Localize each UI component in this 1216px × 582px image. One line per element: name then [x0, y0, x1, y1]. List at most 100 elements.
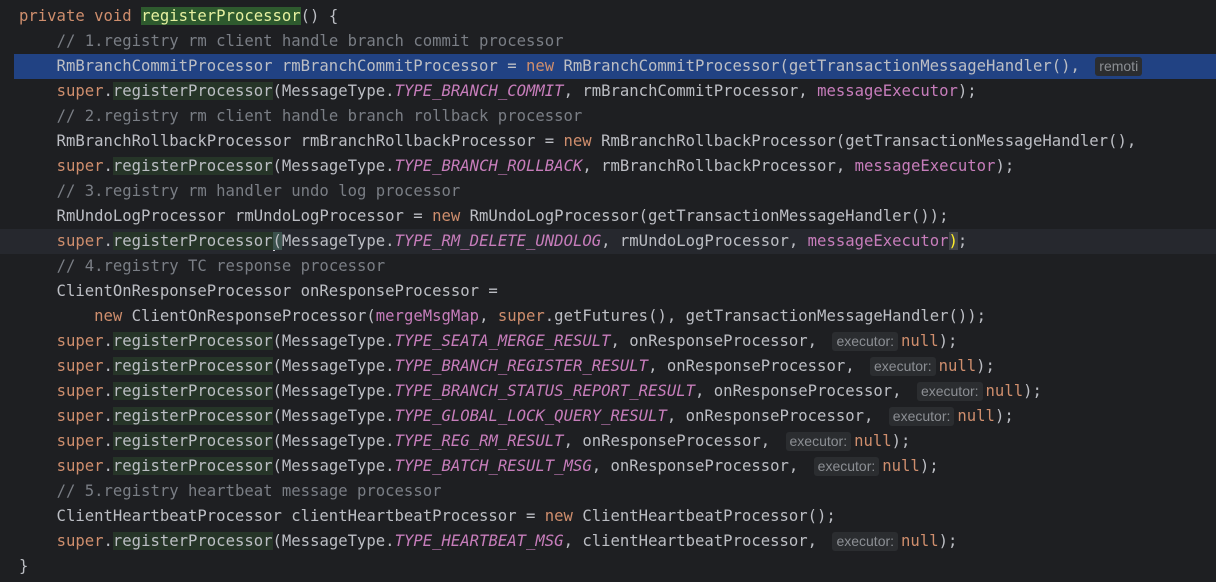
code-token: RmBranchCommitProcessor rmBranchCommitPr… — [19, 57, 526, 75]
code-token: registerProcessor — [112, 432, 273, 450]
code-token: , rmBranchRollbackProcessor, — [582, 157, 855, 175]
code-line-text: // 5.registry heartbeat message processo… — [19, 479, 442, 504]
code-token: TYPE_RM_DELETE_UNDOLOG — [394, 232, 602, 250]
code-token: super — [56, 457, 104, 475]
code-token: null — [957, 407, 995, 425]
code-token: // 3.registry rm handler undo log proces… — [56, 182, 461, 200]
code-token: super — [56, 157, 104, 175]
code-line[interactable]: ClientHeartbeatProcessor clientHeartbeat… — [0, 504, 1216, 529]
code-token: . — [103, 532, 113, 550]
code-line-text: super.registerProcessor(MessageType.TYPE… — [19, 329, 957, 354]
code-token: . — [103, 457, 113, 475]
code-line-text: super.registerProcessor(MessageType.TYPE… — [19, 429, 910, 454]
code-token: registerProcessor — [112, 157, 273, 175]
code-token: , rmUndoLogProcessor, — [601, 232, 808, 250]
code-token: , onResponseProcessor, — [695, 382, 911, 400]
code-token: (MessageType. — [272, 332, 395, 350]
code-token: (MessageType. — [272, 357, 395, 375]
code-line-text: super.registerProcessor(MessageType.TYPE… — [19, 154, 1014, 179]
code-line[interactable]: RmBranchCommitProcessor rmBranchCommitPr… — [0, 54, 1216, 79]
code-line[interactable]: // 2.registry rm client handle branch ro… — [0, 104, 1216, 129]
code-token: ); — [957, 82, 977, 100]
code-line-text: RmUndoLogProcessor rmUndoLogProcessor = … — [19, 204, 949, 229]
code-token: . — [103, 332, 113, 350]
code-line[interactable]: // 1.registry rm client handle branch co… — [0, 29, 1216, 54]
code-line[interactable]: super.registerProcessor(MessageType.TYPE… — [0, 154, 1216, 179]
code-token: RmUndoLogProcessor(getTransactionMessage… — [469, 207, 949, 225]
code-token: TYPE_BRANCH_ROLLBACK — [394, 157, 583, 175]
code-token: ); — [919, 457, 939, 475]
code-line[interactable]: new ClientOnResponseProcessor(mergeMsgMa… — [0, 304, 1216, 329]
code-token: () { — [300, 7, 339, 25]
code-token: RmBranchRollbackProcessor(getTransaction… — [601, 132, 1146, 150]
code-token: registerProcessor — [112, 232, 273, 250]
code-token: // 1.registry rm client handle branch co… — [56, 32, 564, 50]
code-token: null — [938, 357, 977, 375]
code-line[interactable]: // 3.registry rm handler undo log proces… — [0, 179, 1216, 204]
code-line[interactable]: super.registerProcessor(MessageType.TYPE… — [0, 404, 1216, 429]
code-token: super — [56, 332, 104, 350]
code-token: . — [103, 82, 113, 100]
code-token: messageExecutor — [854, 157, 996, 175]
code-token: new — [94, 307, 132, 325]
code-token: null — [901, 532, 939, 550]
code-line[interactable]: super.registerProcessor(MessageType.TYPE… — [0, 454, 1216, 479]
code-line[interactable]: RmUndoLogProcessor rmUndoLogProcessor = … — [0, 204, 1216, 229]
code-line[interactable]: super.registerProcessor(MessageType.TYPE… — [0, 379, 1216, 404]
code-token: RmBranchCommitProcessor(getTransactionMe… — [563, 57, 1090, 75]
code-token: } — [19, 557, 29, 575]
code-line-text: super.registerProcessor(MessageType.TYPE… — [19, 79, 977, 104]
code-line-text: new ClientOnResponseProcessor(mergeMsgMa… — [19, 304, 986, 329]
code-token: . — [103, 407, 113, 425]
code-token: ; — [957, 232, 968, 250]
code-line-text: super.registerProcessor(MessageType.TYPE… — [19, 354, 995, 379]
code-line[interactable]: super.registerProcessor(MessageType.TYPE… — [0, 529, 1216, 554]
code-line[interactable]: RmBranchRollbackProcessor rmBranchRollba… — [0, 129, 1216, 154]
code-line[interactable]: super.registerProcessor(MessageType.TYPE… — [0, 429, 1216, 454]
code-token: ClientHeartbeatProcessor(); — [582, 507, 836, 525]
code-token: new — [563, 132, 602, 150]
code-token: super — [56, 82, 104, 100]
code-token: ); — [891, 432, 911, 450]
code-line[interactable]: super.registerProcessor(MessageType.TYPE… — [0, 329, 1216, 354]
code-line[interactable]: // 5.registry heartbeat message processo… — [0, 479, 1216, 504]
code-token: (MessageType. — [272, 532, 395, 550]
code-token: registerProcessor — [112, 332, 273, 350]
code-token: TYPE_BRANCH_REGISTER_RESULT — [394, 357, 649, 375]
code-line[interactable]: } — [0, 554, 1216, 579]
code-line-text: private void registerProcessor() { — [19, 4, 338, 29]
code-line[interactable]: super.registerProcessor(MessageType.TYPE… — [0, 229, 1216, 254]
code-token: ClientOnResponseProcessor onResponseProc… — [19, 282, 498, 300]
code-token: RmUndoLogProcessor rmUndoLogProcessor = — [19, 207, 433, 225]
code-line[interactable]: private void registerProcessor() { — [0, 4, 1216, 29]
code-token: , onResponseProcessor, — [648, 357, 864, 375]
code-token: ); — [938, 332, 958, 350]
code-token: . — [103, 432, 113, 450]
code-line[interactable]: super.registerProcessor(MessageType.TYPE… — [0, 354, 1216, 379]
code-token: registerProcessor — [141, 7, 301, 25]
code-token: super — [56, 432, 104, 450]
code-token: TYPE_REG_RM_RESULT — [394, 432, 564, 450]
parameter-hint: remoti — [1095, 57, 1143, 76]
code-token: TYPE_SEATA_MERGE_RESULT — [394, 332, 611, 350]
code-line[interactable]: ClientOnResponseProcessor onResponseProc… — [0, 279, 1216, 304]
code-token: registerProcessor — [112, 457, 273, 475]
code-editor[interactable]: private void registerProcessor() { // 1.… — [0, 0, 1216, 582]
code-line-text: ClientOnResponseProcessor onResponseProc… — [19, 279, 498, 304]
code-token: ); — [994, 407, 1014, 425]
code-line[interactable]: // 4.registry TC response processor — [0, 254, 1216, 279]
code-token: RmBranchRollbackProcessor rmBranchRollba… — [19, 132, 564, 150]
code-line[interactable]: super.registerProcessor(MessageType.TYPE… — [0, 79, 1216, 104]
code-token: null — [882, 457, 920, 475]
code-token: messageExecutor — [817, 82, 958, 100]
code-token: TYPE_BRANCH_STATUS_REPORT_RESULT — [394, 382, 696, 400]
